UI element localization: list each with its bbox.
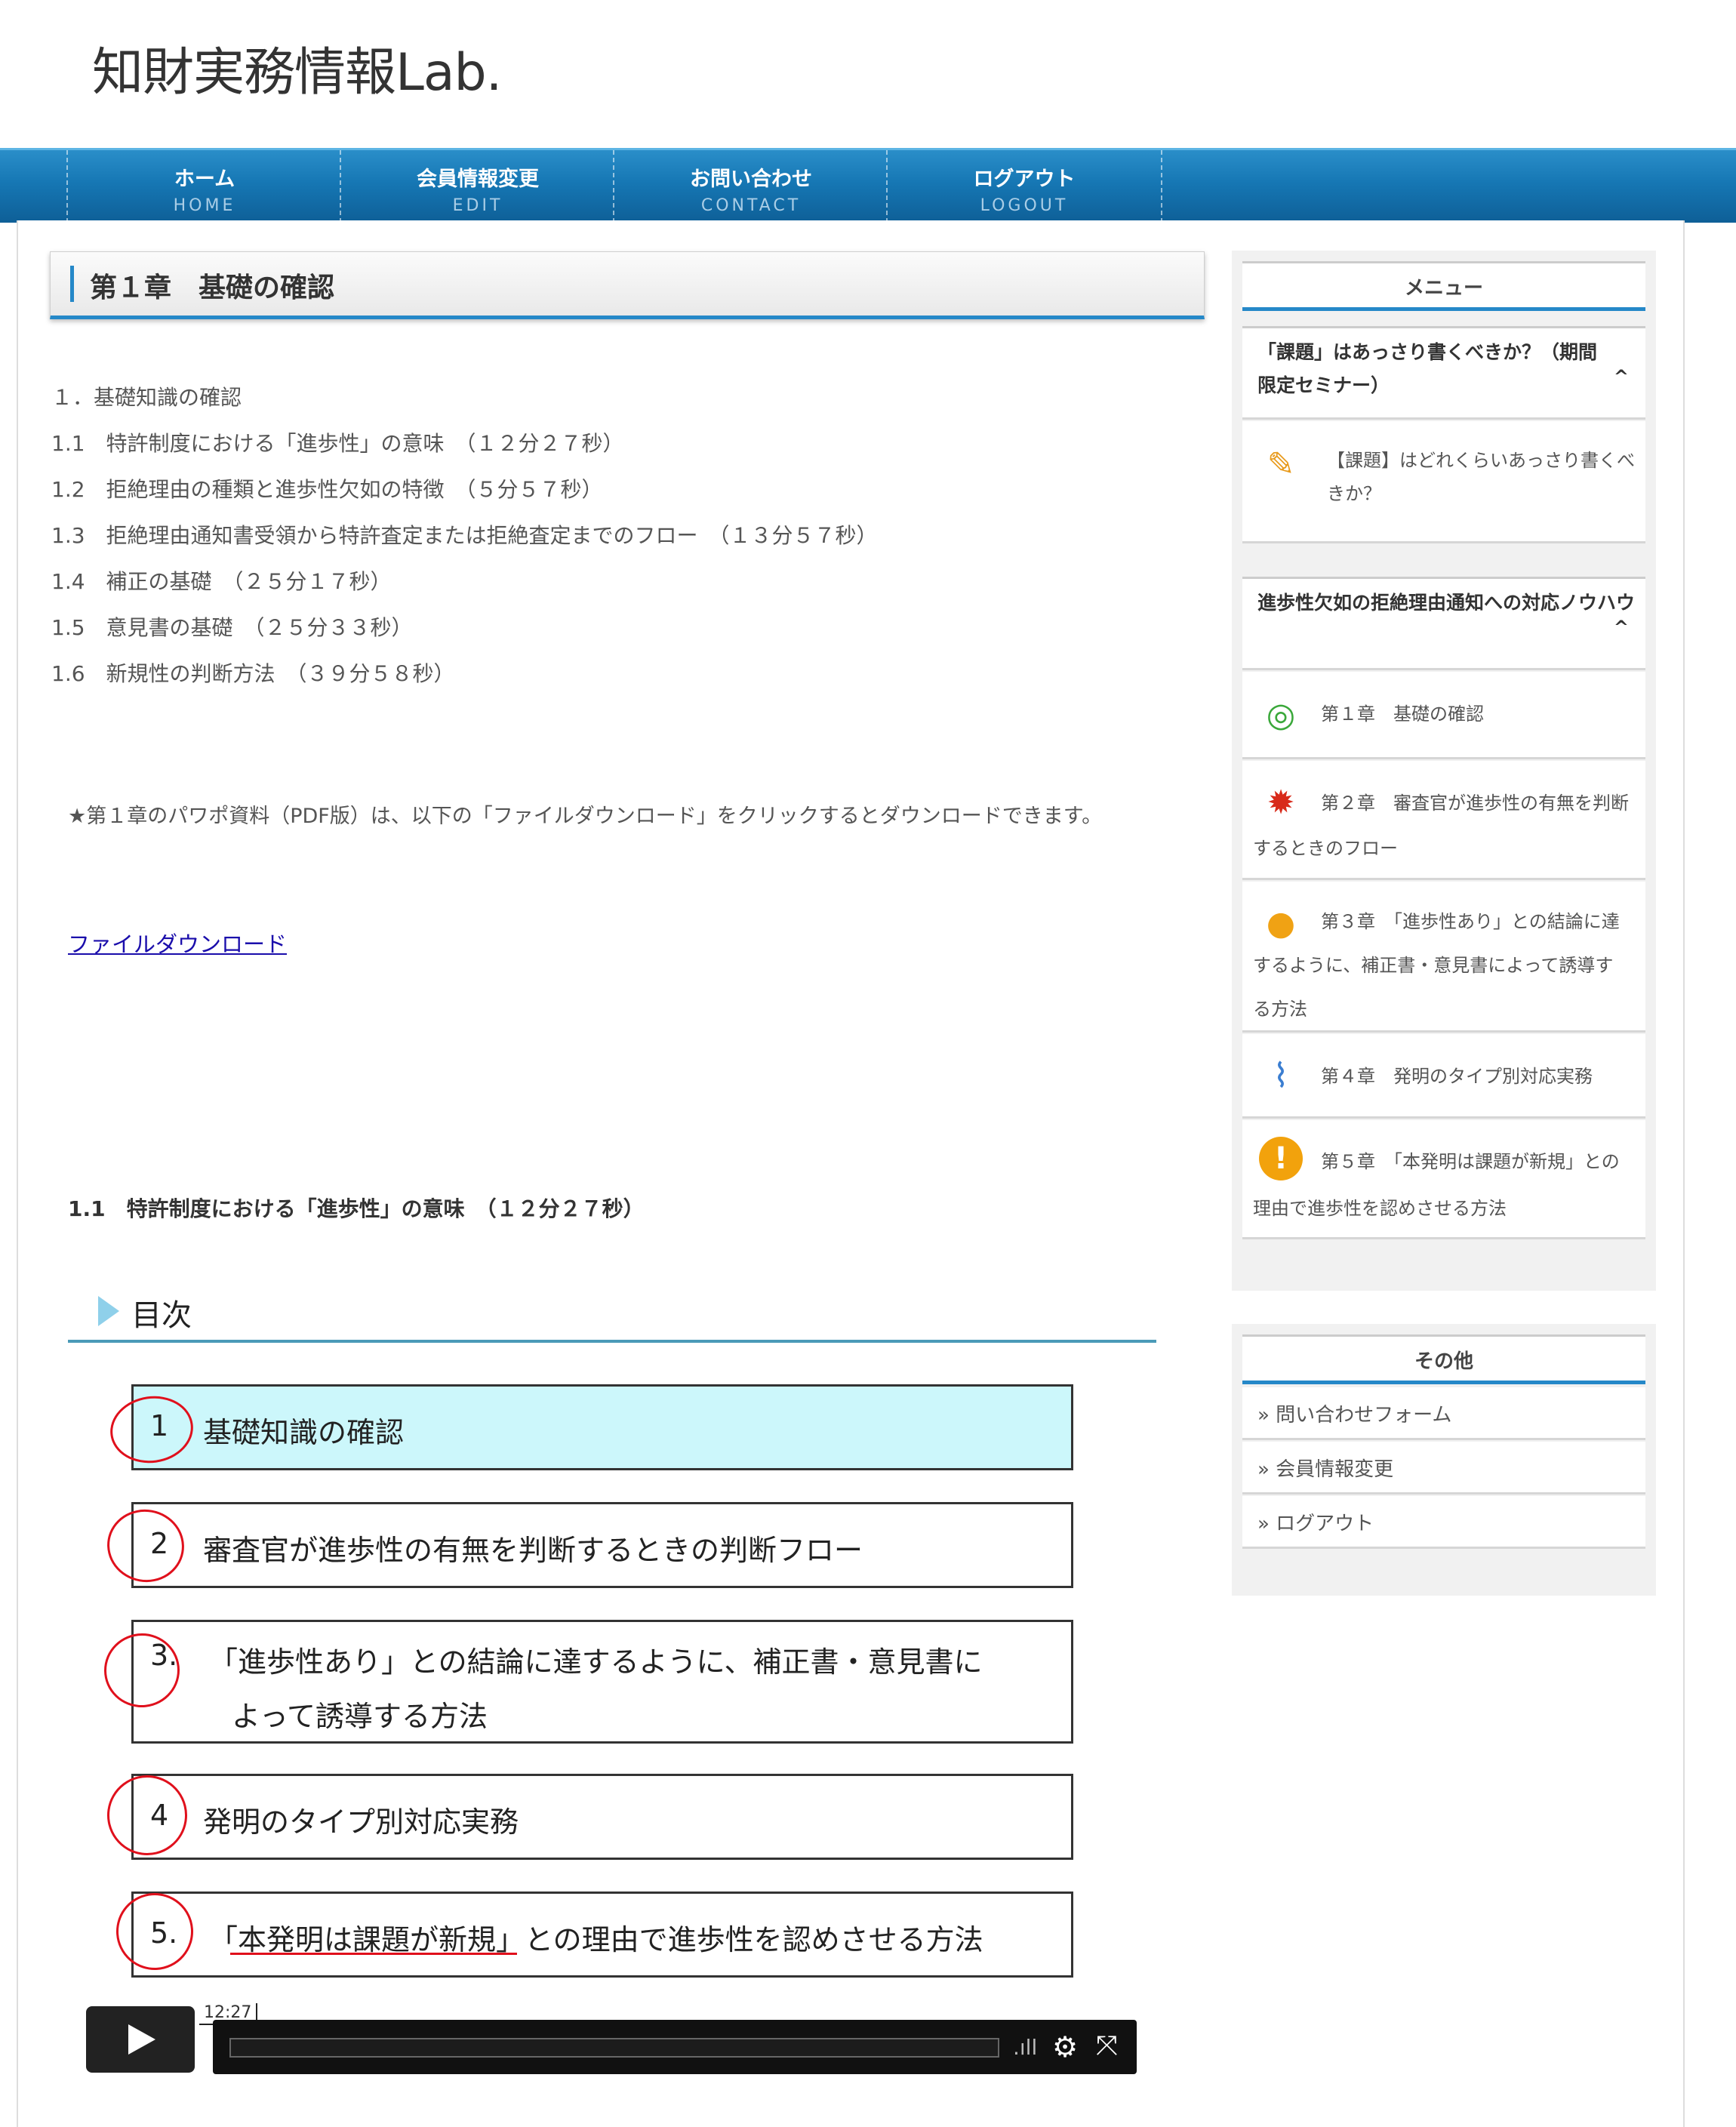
sidebar-item-label: 第４章 発明のタイプ別対応実務 [1321, 1066, 1593, 1087]
sidebar-item-chapter-5[interactable]: ! 第５章 「本発明は課題が新規」との理由で進歩性を認めさせる方法 [1242, 1120, 1645, 1239]
sidebar-item-chapter-2[interactable]: ✹ 第２章 審査官が進歩性の有無を判断するときのフロー [1242, 761, 1645, 880]
file-download-link[interactable]: ファイルダウンロード [68, 927, 287, 959]
paperclip-icon: ⌇ [1273, 1056, 1289, 1095]
video-controls: .ıll ⚙ ⤧ [213, 2020, 1137, 2074]
sidebar-item-chapter-3[interactable]: ● 第３章 「進歩性あり」との結論に達するように、補正書・意見書によって誘導する… [1242, 882, 1645, 1033]
chapter-toc: １．基礎知識の確認 1.1 特許制度における「進歩性」の意味 （１２分２７秒） … [51, 374, 878, 697]
volume-icon[interactable]: .ıll [1013, 2035, 1037, 2060]
video-progress-bar[interactable] [229, 2038, 999, 2058]
triangle-icon [98, 1296, 119, 1326]
link-member-edit[interactable]: » 会員情報変更 [1242, 1442, 1645, 1494]
sidebar-item-label: 第２章 審査官が進歩性の有無を判断するときのフロー [1253, 793, 1629, 859]
site-title[interactable]: 知財実務情報Lab. [92, 30, 502, 105]
nav-logout-sub: LOGOUT [980, 196, 1069, 215]
slide-item-label: 審査官が進歩性の有無を判断するときの判断フロー [203, 1534, 863, 1567]
gear-icon[interactable]: ⚙ [1052, 2030, 1078, 2064]
nav-logout[interactable]: ログアウト LOGOUT [886, 150, 1162, 223]
sidebar-menu: メニュー 「課題」はあっさり書くべきか？（期間限定セミナー） ^ ✎ 【課題】は… [1232, 251, 1656, 1291]
chapter-heading: 第１章 基礎の確認 [50, 251, 1205, 319]
sidebar-other: その他 » 問い合わせフォーム » 会員情報変更 » ログアウト [1232, 1324, 1656, 1596]
nav-edit[interactable]: 会員情報変更 EDIT [340, 150, 614, 223]
slide-item-label-line2: よって誘導する方法 [232, 1700, 488, 1733]
slide-item-4: 4 発明のタイプ別対応実務 [131, 1774, 1073, 1860]
sidebar-topic-1[interactable]: 「課題」はあっさり書くべきか？（期間限定セミナー） ^ [1242, 326, 1645, 420]
sidebar-item-chapter-4[interactable]: ⌇ 第４章 発明のタイプ別対応実務 [1242, 1034, 1645, 1119]
heading-accent-bar [70, 266, 74, 302]
play-button[interactable] [86, 2006, 195, 2073]
slide-item-label: 「進歩性あり」との結論に達するように、補正書・意見書に [209, 1645, 983, 1679]
sidebar-topic-2[interactable]: 進歩性欠如の拒絶理由通知への対応ノウハウ ^ [1242, 577, 1645, 670]
sidebar-menu-title: メニュー [1242, 261, 1645, 311]
topic-title: 進歩性欠如の拒絶理由通知への対応ノウハウ [1257, 592, 1636, 614]
toc-item: 1.6 新規性の判断方法 （３９分５８秒） [51, 661, 455, 686]
nav-home[interactable]: ホーム HOME [66, 150, 341, 223]
sidebar-item-topic1-article[interactable]: ✎ 【課題】はどれくらいあっさり書くべきか？ [1242, 421, 1645, 543]
link-label: » 会員情報変更 [1257, 1458, 1394, 1481]
topic-title: 「課題」はあっさり書くべきか？（期間限定セミナー） [1257, 341, 1598, 396]
slide-item-label: 基礎知識の確認 [203, 1416, 405, 1449]
slide-item-label: 発明のタイプ別対応実務 [203, 1805, 519, 1839]
nav-logout-label: ログアウト [973, 168, 1076, 191]
nav-home-label: ホーム [174, 168, 235, 191]
sidebar-item-label: 第１章 基礎の確認 [1321, 703, 1484, 725]
section-heading: 1.1 特許制度における「進歩性」の意味 （１２分２７秒） [68, 1196, 645, 1221]
red-underline [230, 1953, 517, 1955]
main-nav: ホーム HOME 会員情報変更 EDIT お問い合わせ CONTACT ログアウ… [0, 148, 1736, 223]
sidebar-item-label: 【課題】はどれくらいあっさり書くべきか？ [1327, 450, 1635, 504]
toc-item: １．基礎知識の確認 [51, 385, 242, 410]
toc-item: 1.3 拒絶理由通知書受領から特許査定または拒絶査定までのフロー （１３分５７秒… [51, 523, 878, 548]
nav-contact-label: お問い合わせ [690, 168, 812, 191]
sidebar-item-label: 第５章 「本発明は課題が新規」との理由で進歩性を認めさせる方法 [1253, 1151, 1620, 1219]
download-note: ★第１章のパワポ資料（PDF版）は、以下の「ファイルダウンロード」をクリックする… [68, 805, 1103, 828]
link-label: » ログアウト [1257, 1513, 1374, 1535]
slide-item-2: 2 審査官が進歩性の有無を判断するときの判断フロー [131, 1502, 1073, 1588]
chevron-up-icon: ^ [1613, 366, 1629, 387]
sidebar-item-label: 第３章 「進歩性あり」との結論に達するように、補正書・意見書によって誘導する方法 [1253, 911, 1620, 1020]
link-label: » 問い合わせフォーム [1257, 1404, 1452, 1427]
nav-edit-sub: EDIT [452, 196, 503, 215]
slide-item-label: 「本発明は課題が新規」との理由で進歩性を認めさせる方法 [209, 1923, 983, 1956]
pencil-icon: ✎ [1267, 445, 1295, 484]
toc-item: 1.2 拒絶理由の種類と進歩性欠如の特徴 （５分５７秒） [51, 477, 603, 502]
sidebar-other-title: その他 [1242, 1334, 1645, 1384]
chevron-up-icon: ^ [1613, 617, 1629, 638]
slide-item-3: 3. 「進歩性あり」との結論に達するように、補正書・意見書に よって誘導する方法 [131, 1620, 1073, 1744]
nav-contact[interactable]: お問い合わせ CONTACT [613, 150, 888, 223]
link-logout[interactable]: » ログアウト [1242, 1496, 1645, 1549]
fullscreen-icon[interactable]: ⤧ [1096, 2030, 1118, 2062]
nav-contact-sub: CONTACT [700, 196, 802, 215]
sidebar-item-chapter-1[interactable]: ◎ 第１章 基礎の確認 [1242, 672, 1645, 759]
toc-item: 1.4 補正の基礎 （２５分１７秒） [51, 569, 392, 594]
slide-title: 目次 [131, 1298, 192, 1333]
chapter-title: 第１章 基礎の確認 [90, 272, 335, 303]
slide-item-5: 5. 「本発明は課題が新規」との理由で進歩性を認めさせる方法 [131, 1892, 1073, 1978]
target-icon: ◎ [1266, 695, 1296, 734]
slide-divider [68, 1340, 1156, 1343]
slide-item-1: 1 基礎知識の確認 [131, 1384, 1073, 1470]
toc-item: 1.5 意見書の基礎 （２５分３３秒） [51, 615, 413, 640]
toc-item: 1.1 特許制度における「進歩性」の意味 （１２分２７秒） [51, 431, 624, 456]
link-contact-form[interactable]: » 問い合わせフォーム [1242, 1387, 1645, 1440]
nav-home-sub: HOME [173, 196, 236, 215]
nav-edit-label: 会員情報変更 [417, 168, 539, 191]
